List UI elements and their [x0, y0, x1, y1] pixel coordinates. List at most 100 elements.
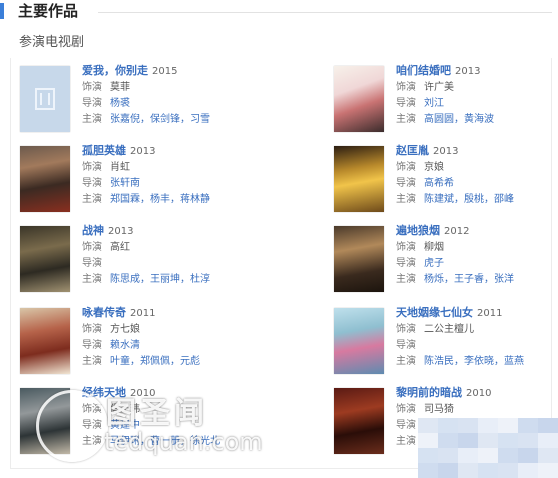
- cast-link[interactable]: 杨丰: [150, 194, 170, 205]
- work-title-link[interactable]: 战神: [82, 224, 104, 237]
- work-title-link[interactable]: 经纬天地: [82, 386, 126, 399]
- work-poster[interactable]: [334, 388, 384, 454]
- work-title-link[interactable]: 咏春传奇: [82, 306, 126, 319]
- work-year: 2013: [433, 146, 459, 157]
- cast-link[interactable]: 杜淳: [190, 274, 210, 285]
- director-link[interactable]: 黄建中: [110, 420, 140, 431]
- cast-link[interactable]: 郑国霖: [110, 194, 140, 205]
- work-poster[interactable]: [20, 66, 70, 132]
- work-poster[interactable]: [334, 66, 384, 132]
- director-row: 导演: [396, 338, 558, 354]
- work-poster[interactable]: [20, 308, 70, 374]
- role-row: 饰演 许广美: [396, 80, 558, 96]
- work-year: 2013: [455, 66, 481, 77]
- cast-link[interactable]: 马伊琍: [110, 436, 140, 447]
- work-item: 咱们结婚吧 2013 饰演 许广美 导演 刘江 主演 高圆圆，黄海波: [334, 64, 558, 142]
- role-row: 饰演 柳烟: [396, 240, 558, 256]
- director-row: 导演 虎子: [396, 256, 558, 272]
- director-link[interactable]: 虎子: [424, 258, 444, 269]
- work-title-link[interactable]: 天地姻缘七仙女: [396, 306, 473, 319]
- role-label: 饰演: [396, 162, 416, 173]
- cast-label: 主演: [82, 274, 102, 285]
- work-year: 2013: [130, 146, 156, 157]
- work-poster[interactable]: [334, 308, 384, 374]
- cast-link[interactable]: 元彪: [180, 356, 200, 367]
- work-title-link[interactable]: 黎明前的暗战: [396, 386, 462, 399]
- cast-label: 主演: [82, 114, 102, 125]
- cast-link[interactable]: 黄海波: [464, 114, 494, 125]
- cast-link[interactable]: 杨烁: [424, 274, 444, 285]
- work-poster[interactable]: [20, 388, 70, 454]
- work-poster[interactable]: [20, 146, 70, 212]
- role-value: 肖虹: [110, 162, 130, 173]
- role-row: 饰演 倡王玮: [82, 402, 282, 418]
- cast-link[interactable]: 习雪: [190, 114, 210, 125]
- work-item: 赵匡胤 2013 饰演 京娘 导演 高希希 主演 陈建斌，殷桃，邵峰: [334, 144, 558, 222]
- cast-link[interactable]: 邵峰: [494, 194, 514, 205]
- role-value: 司马猗: [424, 404, 454, 415]
- role-label: 饰演: [82, 162, 102, 173]
- director-row: 导演 黄建中: [82, 418, 282, 434]
- cast-row: 主演 陈建斌，殷桃，邵峰: [396, 194, 514, 205]
- role-row: 饰演 司马猗: [396, 402, 558, 418]
- cast-link[interactable]: 陈思成: [110, 274, 140, 285]
- director-link[interactable]: 赖水清: [110, 340, 140, 351]
- role-row: 饰演 莫菲: [82, 80, 282, 96]
- work-item: 战神 2013 饰演 高红 导演 主演 陈思成，王丽坤，杜淳: [20, 224, 270, 302]
- cast-link[interactable]: 徐光北: [190, 436, 220, 447]
- cast-row: 主演 马伊琍，曹一册，徐光北: [82, 436, 220, 447]
- section-title: 主要作品: [18, 2, 79, 20]
- cast-link[interactable]: 保剑锋: [150, 114, 180, 125]
- work-item: 咏春传奇 2011 饰演 方七娘 导演 赖水清 主演 叶童，郑佩佩，元彪: [20, 306, 270, 384]
- director-link[interactable]: 刘江: [424, 98, 444, 109]
- work-poster[interactable]: [334, 146, 384, 212]
- work-title-link[interactable]: 赵匡胤: [396, 144, 429, 157]
- work-title-link[interactable]: 咱们结婚吧: [396, 64, 451, 77]
- cast-link[interactable]: 张洋: [494, 274, 514, 285]
- cast-link[interactable]: 张嘉倪: [110, 114, 140, 125]
- cast-link[interactable]: 高圆圆: [424, 114, 454, 125]
- work-year: 2011: [477, 308, 503, 319]
- cast-label: 主演: [396, 274, 416, 285]
- cast-label: 主演: [82, 356, 102, 367]
- cast-link[interactable]: 李依晓: [464, 356, 494, 367]
- cast-link[interactable]: 王丽坤: [150, 274, 180, 285]
- cast-link[interactable]: 王子睿: [454, 274, 484, 285]
- cast-link[interactable]: 郑佩佩: [140, 356, 170, 367]
- director-row: 导演 赖水清: [82, 338, 282, 354]
- work-poster[interactable]: [334, 226, 384, 292]
- work-title-link[interactable]: 遍地狼烟: [396, 224, 440, 237]
- role-row: 饰演 高红: [82, 240, 282, 256]
- cast-link[interactable]: 叶童: [110, 356, 130, 367]
- cast-link[interactable]: 殷桃: [464, 194, 484, 205]
- director-row: 导演 杨裘: [82, 96, 282, 112]
- role-label: 饰演: [396, 404, 416, 415]
- cast-link[interactable]: 蒋林静: [180, 194, 210, 205]
- cast-link[interactable]: 陈浩民: [424, 356, 454, 367]
- director-link[interactable]: 高希希: [424, 178, 454, 189]
- director-label: 导演: [82, 420, 102, 431]
- section-divider: [98, 12, 552, 13]
- work-poster[interactable]: [20, 226, 70, 292]
- role-label: 饰演: [396, 242, 416, 253]
- cast-link[interactable]: 曹一册: [150, 436, 180, 447]
- work-item: 爱我，你别走 2015 饰演 莫菲 导演 杨裘 主演 张嘉倪，保剑锋，习雪: [20, 64, 270, 142]
- work-year: 2010: [466, 388, 492, 399]
- work-title-link[interactable]: 孤胆英雄: [82, 144, 126, 157]
- work-item: 遍地狼烟 2012 饰演 柳烟 导演 虎子 主演 杨烁，王子睿，张洋: [334, 224, 558, 302]
- director-label: 导演: [396, 258, 416, 269]
- director-label: 导演: [396, 98, 416, 109]
- cast-link[interactable]: 蓝燕: [504, 356, 524, 367]
- role-label: 饰演: [396, 324, 416, 335]
- role-row: 饰演 方七娘: [82, 322, 282, 338]
- director-label: 导演: [82, 178, 102, 189]
- cast-row: 主演 陈思成，王丽坤，杜淳: [82, 274, 210, 285]
- director-label: 导演: [82, 340, 102, 351]
- director-link[interactable]: 张轩南: [110, 178, 140, 189]
- director-row: 导演 张轩南: [82, 176, 282, 192]
- cast-label: 主演: [396, 356, 416, 367]
- role-value: 莫菲: [110, 82, 130, 93]
- director-link[interactable]: 杨裘: [110, 98, 130, 109]
- cast-link[interactable]: 陈建斌: [424, 194, 454, 205]
- work-title-link[interactable]: 爱我，你别走: [82, 64, 148, 77]
